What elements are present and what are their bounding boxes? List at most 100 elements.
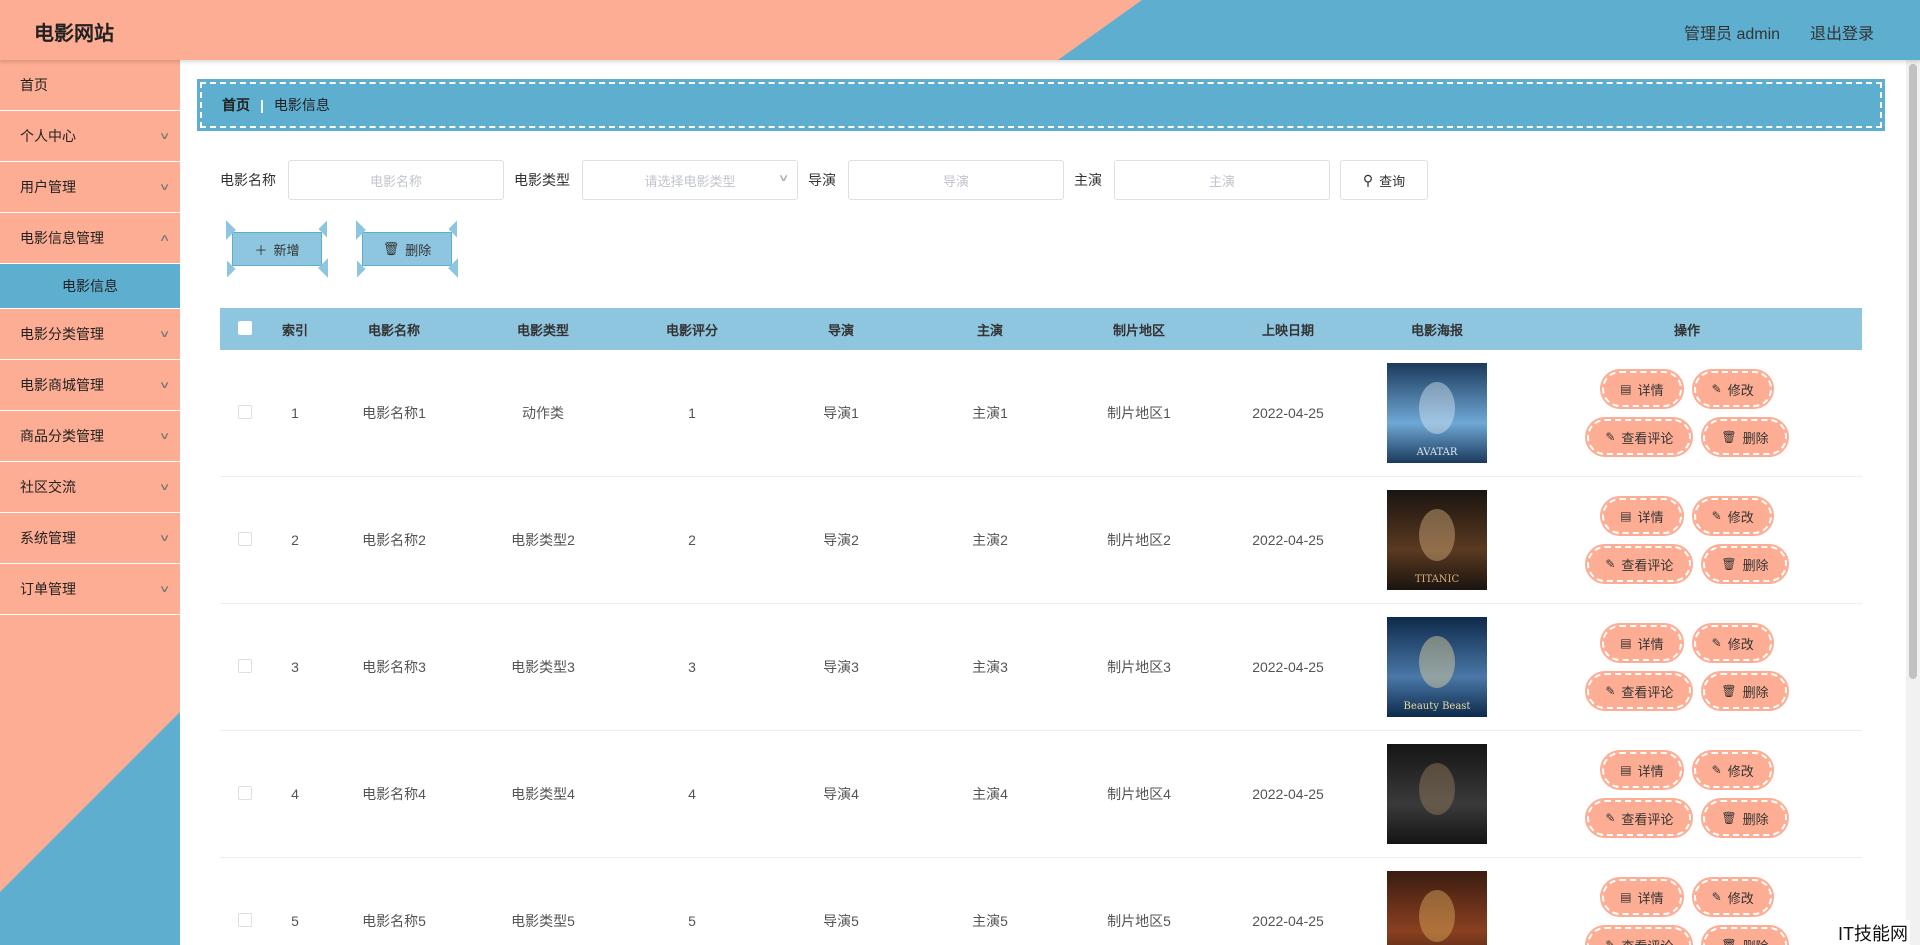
sidebar-item-user-management[interactable]: 用户管理 ∨ [0,162,180,213]
cell-release-date: 2022-04-25 [1252,659,1324,675]
movie-poster-image[interactable]: AVATAR [1387,363,1487,463]
row-actions-line: ✎ 查看评论 🗑 删除 [1585,544,1789,584]
detail-button[interactable]: ▤ 详情 [1600,623,1684,663]
cell-poster [1362,871,1512,945]
row-checkbox[interactable] [238,785,252,800]
header-select-all[interactable] [220,320,270,338]
breadcrumb-home[interactable]: 首页 [222,95,250,115]
poster-title-text: Beauty Beast [1404,701,1471,712]
sidebar-item-product-category[interactable]: 商品分类管理 ∨ [0,411,180,462]
sidebar-item-movie-category[interactable]: 电影分类管理 ∨ [0,309,180,360]
cell-director: 导演4 [823,786,859,802]
add-button[interactable]: ＋ 新增 [218,220,336,278]
pencil-icon: ✎ [1711,509,1722,523]
scrollbar-thumb[interactable] [1909,64,1917,679]
row-select-cell[interactable] [220,912,270,930]
movie-poster-image[interactable] [1387,744,1487,844]
delete-button[interactable]: 🗑 删除 [1701,417,1789,457]
plus-icon: ＋ [254,242,268,258]
trash-icon: 🗑 [1721,557,1737,571]
sidebar-item-personal-center[interactable]: 个人中心 ∨ [0,111,180,162]
edit-button[interactable]: ✎ 修改 [1691,750,1774,790]
actor-input[interactable]: 主演 [1114,160,1330,200]
cell-director: 导演1 [823,405,859,421]
trash-icon: 🗑 [1721,684,1737,698]
row-checkbox[interactable] [238,658,252,673]
row-checkbox[interactable] [238,912,252,927]
pencil-icon: ✎ [1605,938,1616,945]
chevron-down-icon: ∨ [158,130,171,142]
row-actions-line: ✎ 查看评论 🗑 删除 [1585,925,1789,945]
select-all-checkbox[interactable] [238,320,252,335]
row-select-cell[interactable] [220,658,270,676]
table-row: 1 电影名称1 动作类 1 导演1 主演1 制片地区1 2022-04-25 AVATAR ▤ 详情… [220,350,1862,477]
sidebar-subitem-movie-info[interactable]: 电影信息 [0,264,180,309]
view-reviews-button[interactable]: ✎ 查看评论 [1585,798,1694,838]
cell-region: 制片地区2 [1107,532,1171,548]
cell-release-date: 2022-04-25 [1252,405,1324,421]
detail-button[interactable]: ▤ 详情 [1600,750,1684,790]
site-logo[interactable]: 电影网站 [34,17,114,46]
movie-poster-image[interactable] [1387,871,1487,945]
detail-button[interactable]: ▤ 详情 [1600,369,1684,409]
query-button[interactable]: ⚲ 查询 [1340,160,1428,200]
button-corner-decoration [218,260,236,278]
movie-name-input[interactable]: 电影名称 [288,160,504,200]
delete-button[interactable]: 🗑 删除 [1701,925,1789,945]
edit-button[interactable]: ✎ 修改 [1691,369,1774,409]
header: 电影网站 管理员 admin 退出登录 [0,0,1920,60]
batch-delete-button[interactable]: 🗑 删除 [348,220,466,278]
view-reviews-button[interactable]: ✎ 查看评论 [1585,417,1694,457]
button-corner-decoration [448,220,466,238]
chevron-down-icon: ∨ [158,379,171,391]
view-reviews-button[interactable]: ✎ 查看评论 [1585,544,1694,584]
row-select-cell[interactable] [220,404,270,422]
detail-button[interactable]: ▤ 详情 [1600,877,1684,917]
delete-button-label: 删除 [1742,684,1769,700]
row-select-cell[interactable] [220,785,270,803]
sidebar-item-movie-info-management[interactable]: 电影信息管理 ∧ [0,213,180,264]
pencil-icon: ✎ [1605,684,1616,698]
movie-poster-image[interactable]: TITANIC [1387,490,1487,590]
edit-button[interactable]: ✎ 修改 [1691,496,1774,536]
row-actions-line: ✎ 查看评论 🗑 删除 [1585,671,1789,711]
poster-title-text: AVATAR [1416,447,1458,458]
breadcrumb-current: 电影信息 [273,97,330,113]
cell-release-date: 2022-04-25 [1252,786,1324,802]
delete-button[interactable]: 🗑 删除 [1701,671,1789,711]
cell-operations: ▤ 详情 ✎ 修改 ✎ 查看评论 🗑 删除 [1512,877,1862,945]
delete-button[interactable]: 🗑 删除 [1701,798,1789,838]
sidebar-item-system[interactable]: 系统管理 ∨ [0,513,180,564]
detail-button[interactable]: ▤ 详情 [1600,496,1684,536]
sidebar-item-home[interactable]: 首页 [0,60,180,111]
view-reviews-button[interactable]: ✎ 查看评论 [1585,925,1694,945]
movie-name-label: 电影名称 [220,172,276,188]
pencil-icon: ✎ [1711,763,1722,777]
cell-region: 制片地区5 [1107,913,1171,929]
header-peach-shape [0,0,1142,60]
logout-button[interactable]: 退出登录 [1810,20,1874,44]
sidebar-item-orders[interactable]: 订单管理 ∨ [0,564,180,615]
director-input[interactable]: 导演 [848,160,1064,200]
cell-director: 导演2 [823,532,859,548]
movie-type-select[interactable]: 请选择电影类型 ∨ [582,160,798,200]
pencil-icon: ✎ [1711,890,1722,904]
sidebar-item-movie-mall[interactable]: 电影商城管理 ∨ [0,360,180,411]
cell-operations: ▤ 详情 ✎ 修改 ✎ 查看评论 🗑 删除 [1512,623,1862,711]
page-scrollbar[interactable] [1906,60,1920,945]
column-header: 导演 [827,322,854,338]
movie-poster-image[interactable]: Beauty Beast [1387,617,1487,717]
edit-button[interactable]: ✎ 修改 [1691,623,1774,663]
document-icon: ▤ [1620,763,1632,777]
cell-movie-name: 电影名称1 [362,405,426,421]
delete-button[interactable]: 🗑 删除 [1701,544,1789,584]
sidebar-item-community[interactable]: 社区交流 ∨ [0,462,180,513]
row-checkbox[interactable] [238,531,252,546]
sidebar-item-label: 电影商城管理 [20,377,104,393]
view-reviews-button[interactable]: ✎ 查看评论 [1585,671,1694,711]
cell-actor: 主演4 [972,786,1008,802]
sidebar-item-label: 订单管理 [20,581,76,597]
row-select-cell[interactable] [220,531,270,549]
row-checkbox[interactable] [238,404,252,419]
edit-button[interactable]: ✎ 修改 [1691,877,1774,917]
